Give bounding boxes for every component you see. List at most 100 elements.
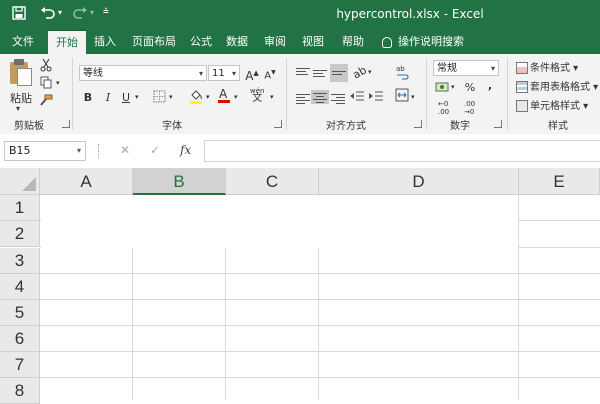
comma-style-button[interactable]: ,	[482, 78, 498, 94]
align-middle-icon[interactable]	[313, 68, 327, 80]
align-right-icon[interactable]	[331, 92, 345, 104]
grow-font-icon[interactable]: A▲	[244, 65, 260, 83]
row-header-4[interactable]: 4	[0, 274, 40, 300]
insert-function-icon[interactable]: fx	[180, 143, 191, 157]
svg-text:ab: ab	[396, 65, 405, 73]
select-all-button[interactable]	[0, 168, 40, 195]
shrink-font-icon[interactable]: A▼	[262, 65, 278, 81]
underline-button[interactable]: U	[118, 90, 134, 106]
font-color-icon[interactable]: A	[216, 87, 232, 103]
styles-group-label: 样式	[548, 121, 568, 132]
align-left-icon[interactable]	[296, 92, 310, 104]
ribbon-tabs: 文件 开始 插入 页面布局 公式 数据 审阅 视图 帮助 操作说明搜索	[0, 30, 600, 55]
tab-insert[interactable]: 插入	[88, 30, 122, 54]
borders-icon[interactable]	[151, 90, 167, 106]
tab-home[interactable]: 开始	[48, 30, 86, 55]
conditional-formatting-icon	[516, 62, 528, 74]
decrease-decimal-icon[interactable]: .00 →0	[464, 100, 475, 116]
tab-formulas[interactable]: 公式	[186, 30, 216, 54]
align-center-icon[interactable]	[311, 90, 329, 104]
column-header-d[interactable]: D	[319, 168, 519, 195]
tab-help[interactable]: 帮助	[336, 30, 370, 54]
italic-button[interactable]: I	[100, 90, 116, 106]
align-top-icon[interactable]	[296, 66, 310, 78]
orientation-dropdown-icon[interactable]: ▾	[368, 68, 372, 76]
font-name-combo[interactable]: 等线 ▾	[79, 65, 207, 81]
column-header-b[interactable]: B	[133, 168, 226, 195]
row-header-1[interactable]: 1	[0, 195, 40, 221]
copy-dropdown-icon[interactable]: ▾	[56, 79, 60, 87]
clipboard-launcher-icon[interactable]	[62, 120, 70, 128]
accounting-format-icon[interactable]	[434, 80, 450, 96]
clipboard-group-label: 剪贴板	[14, 121, 44, 132]
number-group-label: 数字	[450, 121, 470, 132]
ribbon: 粘贴 ▾ ▾ 剪贴板 等线 ▾ 11 ▾ A▲ A▼ B I U ▾ ▾ ▾ A ▾…	[0, 54, 600, 135]
wrap-text-icon[interactable]: ab	[394, 64, 410, 80]
title-bar: ▾ ▾ ⩮ hypercontrol.xlsx - Excel	[0, 0, 600, 30]
font-group-label: 字体	[162, 121, 182, 132]
name-box[interactable]: B15 ▾	[4, 141, 86, 161]
column-header-c[interactable]: C	[226, 168, 319, 195]
tab-view[interactable]: 视图	[298, 30, 328, 54]
number-format-combo[interactable]: 常规 ▾	[433, 60, 499, 76]
font-size-value: 11	[212, 68, 225, 79]
formula-bar: B15 ▾ ✕ ✓ fx	[0, 134, 600, 169]
accounting-dropdown-icon[interactable]: ▾	[451, 83, 455, 91]
conditional-formatting-button[interactable]: 条件格式 ▾	[516, 59, 578, 74]
font-color-dropdown-icon[interactable]: ▾	[234, 93, 238, 101]
cell-styles-button[interactable]: 单元格样式 ▾	[516, 97, 588, 112]
align-bottom-icon[interactable]	[330, 64, 348, 82]
paste-button[interactable]: 粘贴	[10, 90, 32, 106]
merge-dropdown-icon[interactable]: ▾	[411, 93, 415, 101]
decrease-indent-icon[interactable]	[349, 90, 365, 106]
cut-icon[interactable]	[38, 58, 54, 74]
tab-page-layout[interactable]: 页面布局	[126, 30, 182, 54]
tab-data[interactable]: 数据	[222, 30, 252, 54]
fill-color-dropdown-icon[interactable]: ▾	[206, 93, 210, 101]
name-box-dropdown-icon[interactable]: ▾	[77, 142, 81, 160]
tell-me-label: 操作说明搜索	[398, 35, 464, 48]
window-title: hypercontrol.xlsx - Excel	[336, 7, 484, 21]
tab-review[interactable]: 审阅	[260, 30, 290, 54]
paste-icon[interactable]	[8, 58, 32, 88]
borders-dropdown-icon[interactable]: ▾	[169, 93, 173, 101]
number-launcher-icon[interactable]	[494, 120, 502, 128]
row-header-8[interactable]: 8	[0, 378, 40, 404]
font-name-value: 等线	[83, 68, 103, 79]
formula-bar-grip[interactable]	[98, 144, 101, 158]
column-header-e[interactable]: E	[519, 168, 600, 195]
font-size-combo[interactable]: 11 ▾	[208, 65, 240, 81]
formula-input[interactable]	[204, 140, 600, 162]
merge-center-icon[interactable]	[394, 88, 410, 104]
underline-dropdown-icon[interactable]: ▾	[135, 93, 139, 101]
row-header-7[interactable]: 7	[0, 352, 40, 378]
copy-icon[interactable]	[38, 76, 54, 92]
increase-indent-icon[interactable]	[368, 90, 384, 106]
name-box-value: B15	[9, 144, 31, 157]
fill-color-icon[interactable]	[188, 88, 204, 104]
row-header-6[interactable]: 6	[0, 326, 40, 352]
worksheet-grid[interactable]: A B C D E 1 2 3 4 5 6 7 8	[0, 168, 600, 404]
number-format-value: 常规	[437, 63, 457, 74]
column-header-a[interactable]: A	[40, 168, 133, 195]
format-as-table-icon	[516, 81, 528, 93]
increase-decimal-icon[interactable]: ←0.00	[438, 100, 449, 116]
paste-dropdown-icon[interactable]: ▾	[16, 104, 20, 113]
tell-me-search[interactable]: 操作说明搜索	[382, 30, 464, 54]
font-launcher-icon[interactable]	[274, 120, 282, 128]
percent-button[interactable]: %	[462, 80, 478, 96]
cancel-icon[interactable]: ✕	[120, 143, 130, 157]
tab-file[interactable]: 文件	[4, 30, 42, 54]
row-header-5[interactable]: 5	[0, 300, 40, 326]
row-header-2[interactable]: 2	[0, 221, 40, 247]
phonetic-guide-icon[interactable]: wén 文	[250, 87, 264, 104]
row-header-3[interactable]: 3	[0, 248, 40, 274]
merged-cell-a1-d2[interactable]	[41, 196, 518, 248]
bold-button[interactable]: B	[80, 90, 96, 106]
svg-text:A: A	[219, 87, 228, 101]
enter-icon[interactable]: ✓	[150, 143, 160, 157]
phonetic-dropdown-icon[interactable]: ▾	[270, 93, 274, 101]
format-as-table-button[interactable]: 套用表格格式 ▾	[516, 78, 598, 93]
alignment-launcher-icon[interactable]	[414, 120, 422, 128]
format-painter-icon[interactable]	[38, 94, 54, 110]
